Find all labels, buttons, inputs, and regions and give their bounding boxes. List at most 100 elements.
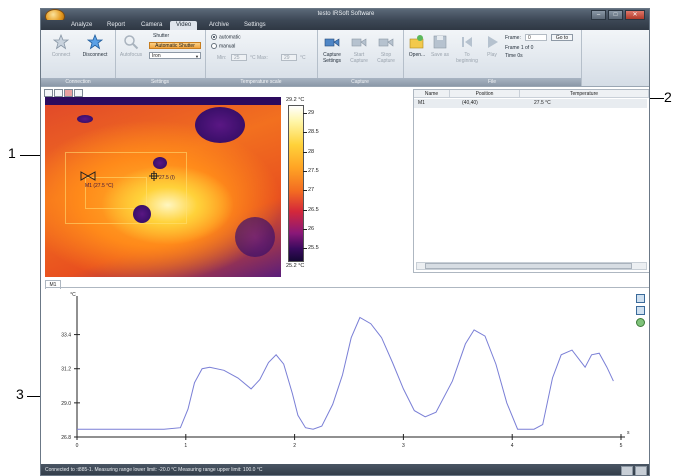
palette-value: Iron [152, 53, 161, 59]
delete-tool-icon[interactable] [64, 89, 73, 97]
connect-button[interactable]: Connect [47, 34, 75, 58]
color-scale-bar [288, 105, 304, 262]
automatic-label: automatic [219, 34, 241, 41]
tab-camera[interactable]: Camera [135, 21, 168, 30]
scale-tick-mark [303, 132, 307, 134]
stop-capture-label: Stop Capture [377, 52, 395, 64]
chevron-down-icon: ▼ [195, 54, 199, 59]
frame-label: Frame: [505, 35, 521, 41]
export-chart-icon[interactable] [636, 306, 645, 315]
scale-tick-mark [303, 112, 307, 114]
x-tick-label: 1 [184, 443, 187, 449]
maximize-button[interactable]: □ [608, 10, 623, 20]
group-settings: Autofocus Shutter Automatic Shutter Iron… [115, 30, 206, 86]
minimize-button[interactable]: – [591, 10, 606, 20]
open-button[interactable]: Open... [406, 34, 428, 58]
video-camera-icon [378, 38, 394, 47]
stop-capture-button[interactable]: Stop Capture [374, 34, 398, 64]
tab-report[interactable]: Report [101, 21, 131, 30]
refresh-chart-icon[interactable] [636, 318, 645, 327]
to-beginning-label: To beginning [456, 52, 478, 64]
title-bar: testo IRSoft Software – □ ✕ [41, 9, 649, 24]
column-header-position[interactable]: Position [450, 90, 520, 98]
crosshair-marker-icon[interactable] [149, 171, 159, 181]
scale-tick-mark [303, 229, 307, 230]
x-axis-end-label: s [627, 430, 630, 436]
measurement-table[interactable]: Name Position Temperature M1 (40,40) 27.… [413, 89, 649, 273]
scale-tick-mark [303, 151, 307, 153]
to-beginning-button[interactable]: To beginning [453, 34, 481, 64]
group-label-file: File [403, 78, 581, 86]
thermal-image[interactable]: M1 (27.5 °C) 27.5 (I) [45, 97, 281, 277]
layout-single-icon[interactable] [621, 466, 633, 475]
start-capture-button[interactable]: Start Capture [347, 34, 371, 64]
tab-settings[interactable]: Settings [238, 21, 272, 30]
max-input[interactable]: 29 [281, 54, 297, 61]
capture-settings-label: Capture Settings [322, 52, 342, 64]
scale-tick-label: 25.5 [308, 245, 319, 252]
scale-tick-label: 29 [308, 109, 315, 116]
disconnect-label: Disconnect [82, 52, 108, 58]
frame-input[interactable]: 0 [525, 34, 547, 41]
star-icon [53, 34, 69, 50]
disconnect-button[interactable]: Disconnect [79, 34, 111, 58]
tab-video[interactable]: Video [170, 21, 198, 30]
tab-archive[interactable]: Archive [203, 21, 235, 30]
radio-dot [211, 34, 217, 40]
column-header-temperature[interactable]: Temperature [520, 90, 649, 98]
close-button[interactable]: ✕ [625, 10, 645, 20]
column-header-name[interactable]: Name [414, 90, 450, 98]
palette-select[interactable]: Iron ▼ [149, 52, 201, 59]
x-tick-label: 4 [511, 443, 514, 449]
temperature-chart: °C s 26.8 29.0 31.2 33.4 0 1 2 3 4 5 [61, 292, 630, 449]
max-unit: °C [300, 55, 306, 61]
goto-button[interactable]: Go to [551, 34, 573, 41]
automatic-shutter-button[interactable]: Automatic Shutter [149, 42, 201, 49]
capture-settings-button[interactable]: Capture Settings [320, 34, 344, 64]
frame-info: Frame 1 of 0 [505, 45, 534, 51]
status-text: Connected to :t885-1. Measuring range lo… [45, 467, 263, 473]
play-label: Play [487, 52, 497, 58]
manual-label: manual [219, 43, 236, 50]
play-button[interactable]: Play [483, 34, 501, 58]
manual-radio[interactable]: manual [211, 43, 235, 49]
thermal-hole [195, 107, 245, 143]
tab-analyze[interactable]: Analyze [65, 21, 98, 30]
min-input[interactable]: 25 [231, 54, 247, 61]
x-tick-label: 0 [76, 443, 79, 449]
x-tick-label: 2 [293, 443, 296, 449]
marker-label-center: 27.5 (I) [159, 175, 175, 181]
magnifier-icon [124, 35, 139, 50]
cell-temperature: 27.5 °C [534, 100, 551, 106]
scale-max-label: 29.2 °C [286, 97, 305, 103]
shutter-label[interactable]: Shutter [153, 33, 169, 39]
layout-split-icon[interactable] [635, 466, 647, 475]
measure-point-tool-icon[interactable] [54, 89, 63, 97]
scale-tick-mark [303, 190, 307, 192]
thermal-hole [153, 157, 167, 169]
document: 1 2 3 testo IRSoft Software – □ ✕ Analyz… [0, 0, 678, 476]
save-as-button[interactable]: Save as [430, 34, 450, 58]
automatic-radio[interactable]: automatic [211, 34, 241, 40]
table-row[interactable]: M1 (40,40) 27.5 °C [414, 99, 647, 108]
scale-tick-label: 28.5 [308, 129, 319, 136]
callout-2: 2 [664, 89, 672, 105]
group-capture: Capture Settings Start Capture Stop Capt… [317, 30, 404, 86]
autofocus-button[interactable]: Autofocus [117, 34, 145, 58]
y-axis-label: °C [70, 292, 76, 298]
radio-dot [211, 43, 217, 49]
window-title: testo IRSoft Software [317, 11, 375, 17]
status-bar: Connected to :t885-1. Measuring range lo… [41, 464, 649, 475]
bowtie-marker-icon[interactable] [80, 171, 96, 181]
open-label: Open... [408, 52, 426, 58]
zoom-tool-icon[interactable] [74, 89, 83, 97]
cell-position: (40,40) [462, 100, 478, 106]
max-label: °C Max: [250, 55, 268, 61]
scale-tick-label: 27 [308, 187, 315, 194]
scrollbar-thumb[interactable] [425, 263, 632, 269]
autofocus-label: Autofocus [119, 52, 143, 58]
save-chart-icon[interactable] [636, 294, 645, 303]
pointer-tool-icon[interactable] [44, 89, 53, 97]
horizontal-scrollbar[interactable] [416, 262, 647, 270]
circuit-trace [85, 177, 147, 209]
